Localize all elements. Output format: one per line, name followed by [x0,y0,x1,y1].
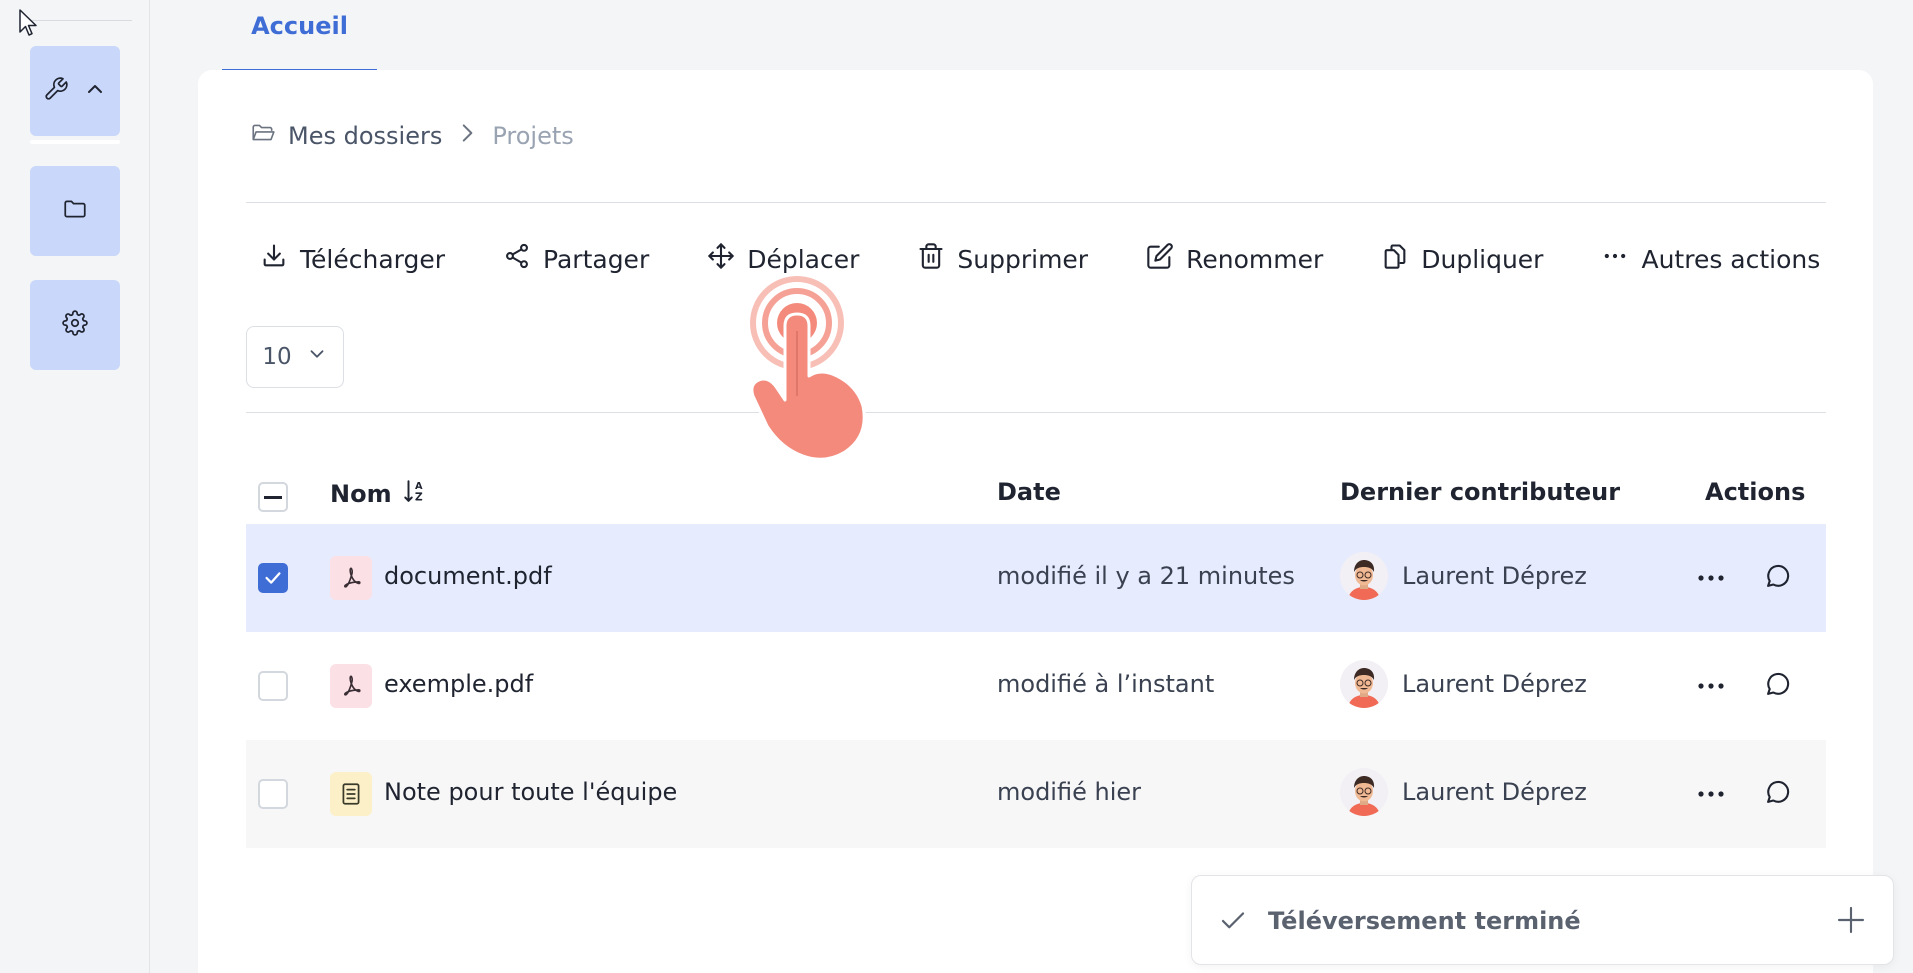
column-name-label: Nom [330,480,392,508]
duplicate-button[interactable]: Dupliquer [1381,242,1543,276]
toast-message: Téléversement terminé [1268,907,1581,935]
row-checkbox[interactable] [258,779,288,809]
check-icon [1221,912,1245,929]
breadcrumb-current: Projets [492,122,574,150]
more-horizontal-icon[interactable] [1696,780,1726,808]
select-all-checkbox[interactable] [258,482,288,512]
delete-button[interactable]: Supprimer [917,242,1088,276]
trash-icon [917,242,945,276]
upload-toast: Téléversement terminé [1191,875,1894,965]
file-name[interactable]: document.pdf [384,562,552,590]
page-size-select[interactable]: 10 [246,326,344,388]
rail-tools-button[interactable] [30,46,120,144]
table-row[interactable]: document.pdf modifié il y a 21 minutes L… [246,524,1826,632]
share-label: Partager [543,244,650,274]
more-horizontal-icon[interactable] [1696,564,1726,592]
file-date: modifié il y a 21 minutes [997,562,1295,590]
folder-icon [62,196,88,226]
move-icon [707,242,735,276]
file-date: modifié hier [997,778,1141,806]
row-checkbox[interactable] [258,671,288,701]
breadcrumb-root[interactable]: Mes dossiers [288,122,442,150]
left-rail [0,0,150,973]
file-name[interactable]: Note pour toute l'équipe [384,778,677,806]
page-size-value: 10 [262,344,292,370]
contributor-name: Laurent Déprez [1402,670,1587,698]
delete-label: Supprimer [957,244,1089,274]
download-icon [260,242,288,276]
rail-files-button[interactable] [30,166,120,256]
move-label: Déplacer [747,244,860,274]
table-header: Nom A Date Dernier contributeur Actions [246,458,1826,530]
folder-open-icon [250,120,276,152]
share-button[interactable]: Partager [503,242,649,276]
chevron-up-icon[interactable] [83,77,107,105]
chevron-down-icon [306,343,328,371]
copy-icon [1381,242,1409,276]
divider [246,202,1826,203]
breadcrumb: Mes dossiers Projets [250,120,574,152]
rail-settings-button[interactable] [30,280,120,370]
edit-icon [1146,242,1174,276]
rename-button[interactable]: Renommer [1146,242,1323,276]
column-name-header[interactable]: Nom A [330,478,428,510]
more-actions-button[interactable]: Autres actions [1601,242,1820,276]
pdf-file-icon [330,556,372,600]
column-date-header[interactable]: Date [997,478,1061,506]
chevron-right-icon [454,120,480,152]
note-file-icon [330,772,372,816]
comment-icon[interactable] [1764,562,1792,590]
tab-accueil[interactable]: Accueil [222,0,377,72]
contributor: Laurent Déprez [1340,552,1587,600]
more-horizontal-icon [1601,242,1629,276]
pdf-file-icon [330,664,372,708]
file-date: modifié à l’instant [997,670,1215,698]
table-row[interactable]: exemple.pdf modifié à l’instant Laurent … [246,632,1826,740]
rename-label: Renommer [1186,244,1324,274]
comment-icon[interactable] [1764,670,1792,698]
gear-icon [62,310,88,340]
table-row[interactable]: Note pour toute l'équipe modifié hier La… [246,740,1826,848]
wrench-icon [43,76,69,106]
divider [246,412,1826,413]
more-actions-label: Autres actions [1641,244,1821,274]
download-label: Télécharger [300,244,446,274]
svg-text:A: A [415,481,423,492]
row-checkbox[interactable] [258,563,288,593]
move-button[interactable]: Déplacer [707,242,859,276]
main-panel: Mes dossiers Projets Télécharger Partage… [198,70,1873,973]
file-name[interactable]: exemple.pdf [384,670,533,698]
contributor: Laurent Déprez [1340,768,1587,816]
sort-alpha-icon[interactable]: A [402,478,428,510]
action-toolbar: Télécharger Partager Déplacer Supprimer … [260,242,1820,276]
column-actions-header: Actions [1705,478,1806,506]
rail-divider [30,20,132,21]
download-button[interactable]: Télécharger [260,242,445,276]
avatar [1340,552,1388,600]
contributor-name: Laurent Déprez [1402,778,1587,806]
column-contributor-header[interactable]: Dernier contributeur [1340,478,1620,506]
contributor: Laurent Déprez [1340,660,1587,708]
duplicate-label: Dupliquer [1421,244,1544,274]
plus-icon[interactable] [1835,904,1867,936]
contributor-name: Laurent Déprez [1402,562,1587,590]
share-icon [503,242,531,276]
avatar [1340,768,1388,816]
mouse-cursor-icon [19,9,37,36]
comment-icon[interactable] [1764,778,1792,806]
more-horizontal-icon[interactable] [1696,672,1726,700]
avatar [1340,660,1388,708]
